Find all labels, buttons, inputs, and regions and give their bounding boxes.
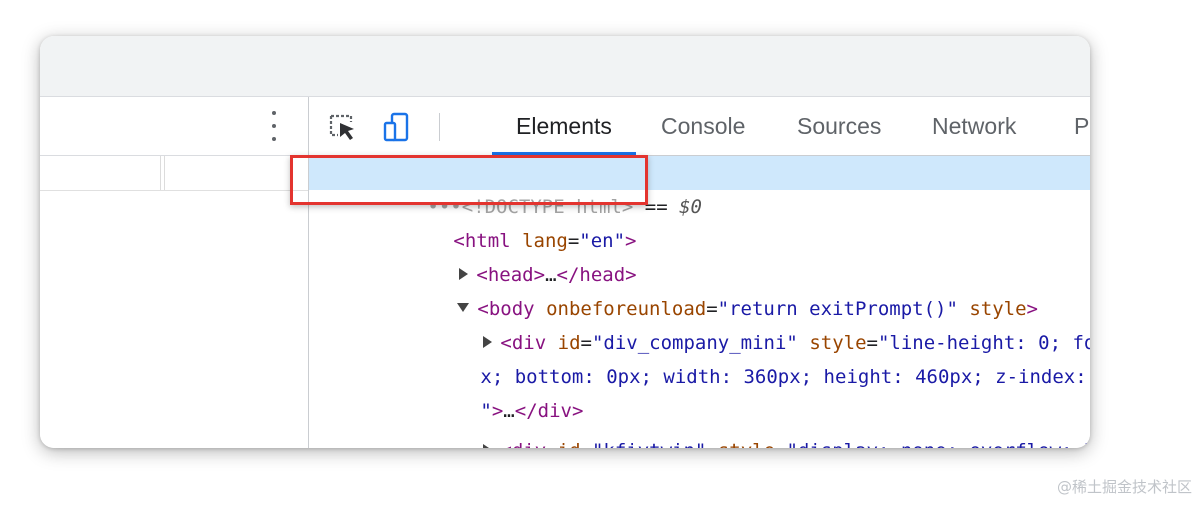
left-pane-row (40, 156, 308, 191)
dom-tree: •••<!DOCTYPE html> == $0 <html lang="en"… (309, 156, 1090, 448)
attr-equals: = (775, 440, 786, 448)
tab-label: Elements (516, 113, 612, 139)
toolbar-separator (439, 113, 440, 141)
attr-name: id (558, 440, 581, 448)
dom-node-kfivtwin[interactable]: <div id="kfivtwin" style="display: none;… (309, 400, 1090, 448)
tab-label: Network (932, 113, 1017, 139)
dom-node-body[interactable]: <body onbeforeunload="return exitPrompt(… (309, 258, 1090, 320)
devtools-toolbar: Elements Console Sources Network Perfo (309, 97, 1090, 156)
screenshot-stage: Elements Console Sources Network Perfo •… (0, 0, 1202, 505)
dom-node-doctype[interactable]: •••<!DOCTYPE html> == $0 (309, 156, 1090, 218)
tab-sources[interactable]: Sources (797, 97, 881, 155)
left-pane-toolbar (40, 97, 308, 156)
column-divider (160, 156, 161, 190)
dom-node-wrapped-line: ">…</div> (309, 360, 1090, 422)
page-viewport-pane (40, 97, 309, 448)
tab-console[interactable]: Console (661, 97, 745, 155)
watermark-text: @稀土掘金技术社区 (1056, 478, 1192, 496)
attr-name: style (718, 440, 775, 448)
tab-label: Console (661, 113, 746, 139)
tag-name: div (512, 440, 546, 448)
tab-performance[interactable]: Perfo (1074, 97, 1090, 155)
browser-top-strip (40, 36, 1090, 97)
device-toolbar-icon[interactable] (381, 111, 413, 143)
inspect-element-icon[interactable] (327, 111, 359, 143)
kebab-menu-icon[interactable] (270, 111, 278, 141)
attr-equals: = (581, 440, 592, 448)
dom-node-head[interactable]: <head>…</head> (309, 224, 1090, 286)
tab-label: Perfo (1074, 113, 1090, 139)
menu-dot (272, 111, 276, 115)
dom-node-html[interactable]: <html lang="en"> (309, 190, 1090, 252)
devtools-panel: Elements Console Sources Network Perfo •… (309, 97, 1090, 448)
attr-value: "kfivtwin" (592, 440, 706, 448)
menu-dot (272, 137, 276, 141)
column-divider (164, 156, 165, 190)
tab-network[interactable]: Network (932, 97, 1016, 155)
tab-label: Sources (797, 113, 882, 139)
tab-elements[interactable]: Elements (492, 97, 636, 155)
browser-window: Elements Console Sources Network Perfo •… (40, 36, 1090, 448)
tag-bracket: < (500, 440, 511, 448)
menu-dot (272, 124, 276, 128)
dom-node-div-company-mini[interactable]: <div id="div_company_mini" style="line-h… (309, 292, 1090, 354)
attr-value: "display: none; overflow: h (786, 440, 1090, 448)
expand-arrow-icon[interactable] (483, 443, 493, 448)
dom-node-wrapped-line: x; bottom: 0px; width: 360px; height: 46… (309, 326, 1090, 388)
